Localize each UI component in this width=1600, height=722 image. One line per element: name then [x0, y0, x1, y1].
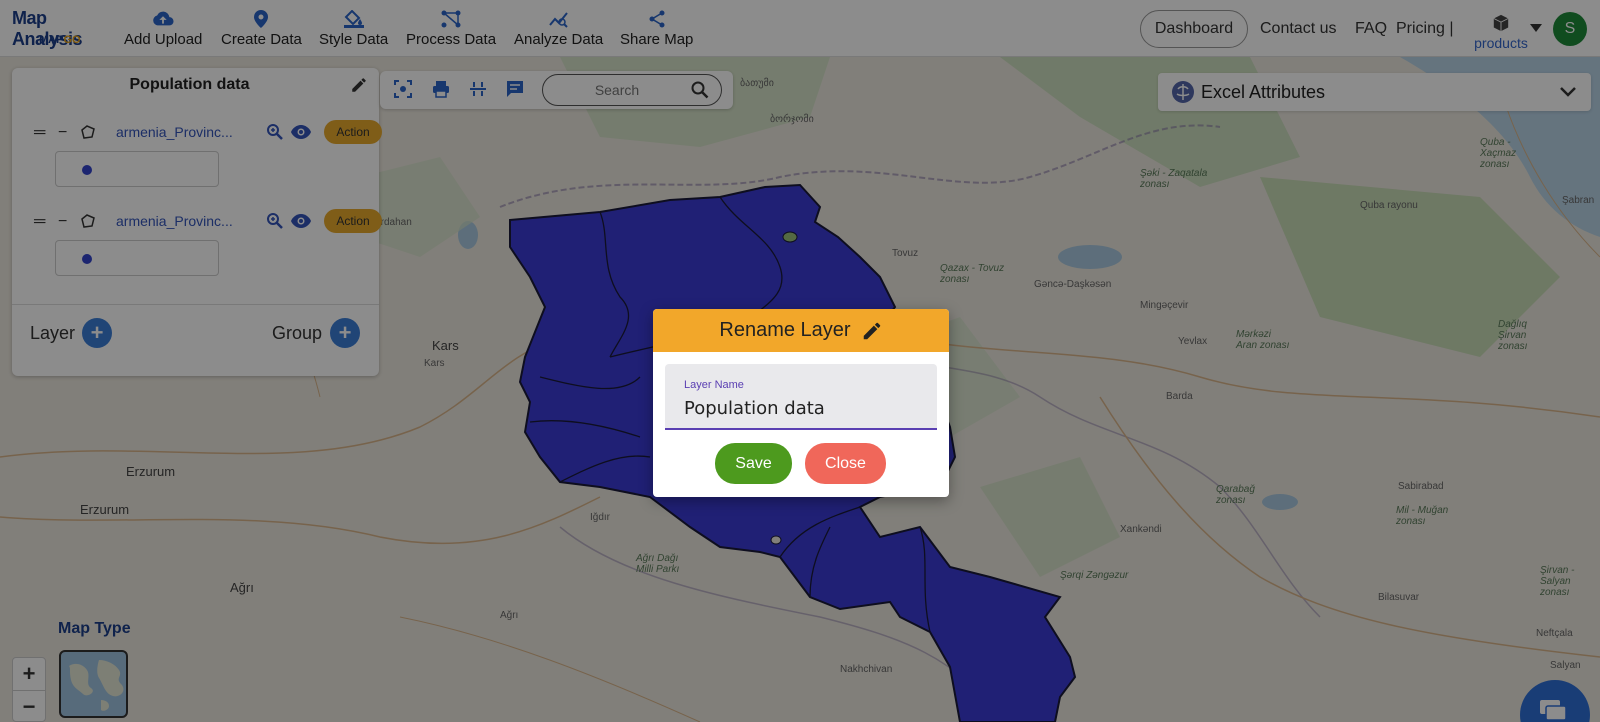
close-button[interactable]: Close [805, 443, 886, 484]
dialog-header: Rename Layer [653, 309, 949, 352]
layer-name-input[interactable] [684, 396, 924, 420]
layer-name-field[interactable]: Layer Name [665, 364, 937, 430]
save-button[interactable]: Save [715, 443, 792, 484]
pencil-icon [863, 322, 880, 339]
layer-name-field-label: Layer Name [684, 379, 744, 391]
rename-layer-dialog: Rename Layer Layer Name Save Close [653, 309, 949, 497]
dialog-title: Rename Layer [719, 319, 851, 341]
